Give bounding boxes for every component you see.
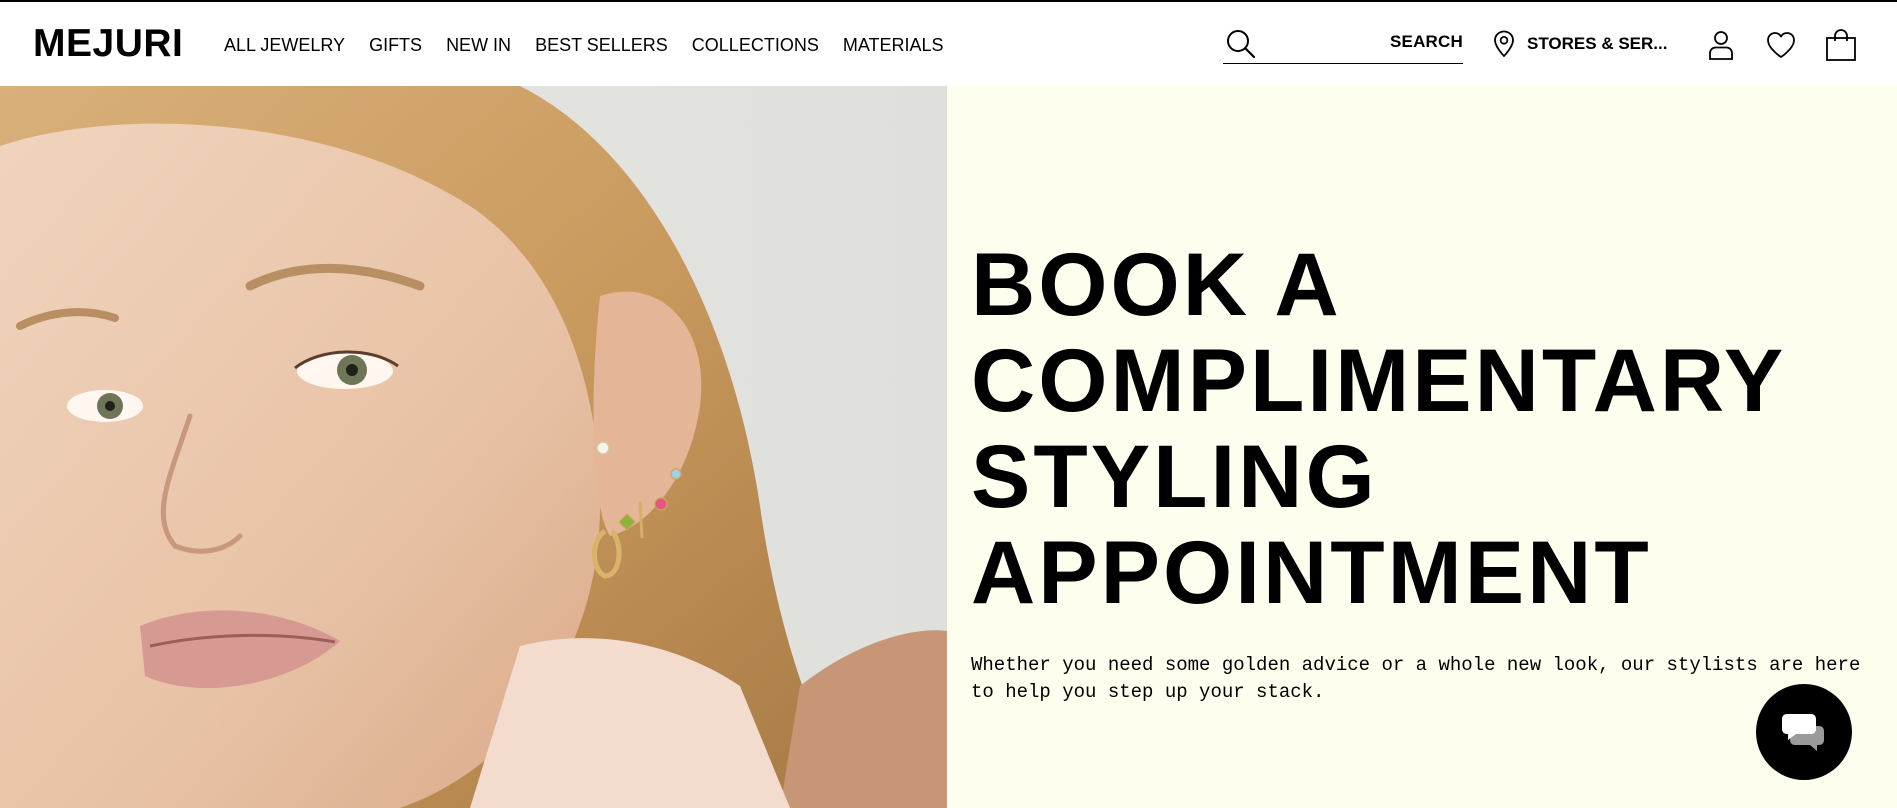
nav-item-all-jewelry[interactable]: ALL JEWELRY — [224, 32, 345, 58]
headline-line: COMPLIMENTARY — [971, 330, 1787, 430]
model-portrait-illustration — [0, 86, 947, 808]
location-pin-icon — [1494, 30, 1514, 58]
nav-item-collections[interactable]: COLLECTIONS — [692, 32, 819, 58]
bag-button[interactable] — [1822, 26, 1860, 64]
headline-line: STYLING — [971, 426, 1378, 526]
site-header: MEJURI ALL JEWELRY GIFTS NEW IN BEST SEL… — [0, 2, 1897, 86]
user-icon — [1709, 31, 1733, 60]
search-bar[interactable]: SEARCH — [1223, 26, 1463, 64]
headline-line: APPOINTMENT — [971, 522, 1652, 622]
stores-label: STORES & SER... — [1527, 34, 1668, 53]
mejuri-logo[interactable]: MEJURI — [33, 22, 183, 66]
hero-text-panel: BOOK A COMPLIMENTARY STYLING APPOINTMENT… — [947, 86, 1897, 808]
main-nav: ALL JEWELRY GIFTS NEW IN BEST SELLERS CO… — [224, 32, 968, 58]
nav-item-new-in[interactable]: NEW IN — [446, 32, 511, 58]
nav-item-gifts[interactable]: GIFTS — [369, 32, 422, 58]
search-icon — [1227, 30, 1256, 59]
headline-line: BOOK A — [971, 234, 1342, 334]
hero-model-photo — [0, 86, 947, 808]
hero-headline: BOOK A COMPLIMENTARY STYLING APPOINTMENT — [971, 236, 1881, 620]
heart-icon — [1767, 32, 1795, 58]
search-label: SEARCH — [1390, 32, 1463, 51]
chat-bubbles-icon — [1782, 714, 1824, 751]
hero-description: Whether you need some golden advice or a… — [971, 654, 1861, 703]
account-button[interactable] — [1702, 26, 1740, 64]
stores-services-link[interactable]: STORES & SER... — [1493, 29, 1667, 59]
shopping-bag-icon — [1826, 29, 1856, 61]
chat-button[interactable] — [1756, 684, 1852, 780]
nav-item-materials[interactable]: MATERIALS — [843, 32, 944, 58]
nav-item-best-sellers[interactable]: BEST SELLERS — [535, 32, 668, 58]
wishlist-button[interactable] — [1762, 26, 1800, 64]
